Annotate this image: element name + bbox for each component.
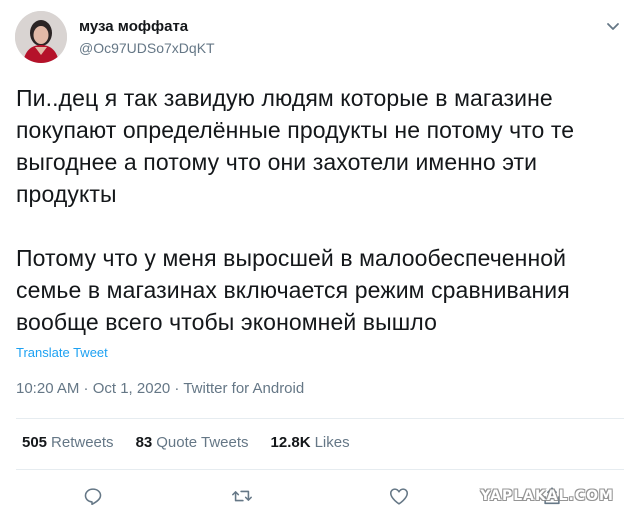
tweet-paragraph: Потому что у меня выросшей в малообеспеч… [16,245,570,335]
retweet-icon [232,490,252,502]
retweet-button[interactable] [230,484,254,508]
likes-stat[interactable]: 12.8K Likes [271,433,350,453]
likes-count: 12.8K [270,434,311,451]
display-name[interactable]: муза моффата [79,17,215,37]
avatar[interactable] [15,11,67,63]
retweets-label: Retweets [51,434,114,451]
divider [16,418,624,419]
like-button[interactable] [387,484,411,508]
tweet-text: Пи..дец я так завидую людям которые в ма… [16,82,626,338]
avatar-image [15,11,67,63]
retweets-count: 505 [22,434,48,451]
tweet-stats: 505 Retweets 83 Quote Tweets 12.8K Likes [22,433,372,453]
user-handle[interactable]: @Oc97UDSo7xDqKT [79,38,215,58]
tweet-timestamp-source[interactable]: 10:20 AM · Oct 1, 2020 · Twitter for And… [16,379,304,399]
quote-tweets-count: 83 [135,434,153,451]
likes-label: Likes [314,434,350,451]
retweets-stat[interactable]: 505 Retweets [22,433,114,453]
reply-button[interactable] [81,484,105,508]
translate-tweet-link[interactable]: Translate Tweet [16,345,108,361]
chevron-down-icon[interactable] [603,16,623,36]
like-icon [389,488,409,505]
user-info: муза моффата @Oc97UDSo7xDqKT [79,17,215,58]
quote-tweets-label: Quote Tweets [156,434,249,451]
divider [16,469,624,470]
tweet-header: муза моффата @Oc97UDSo7xDqKT [15,10,625,64]
quote-tweets-stat[interactable]: 83 Quote Tweets [136,433,249,453]
tweet-paragraph: Пи..дец я так завидую людям которые в ма… [16,85,575,207]
reply-icon [84,488,102,506]
watermark: YAPLAKAL.COM [480,488,614,504]
